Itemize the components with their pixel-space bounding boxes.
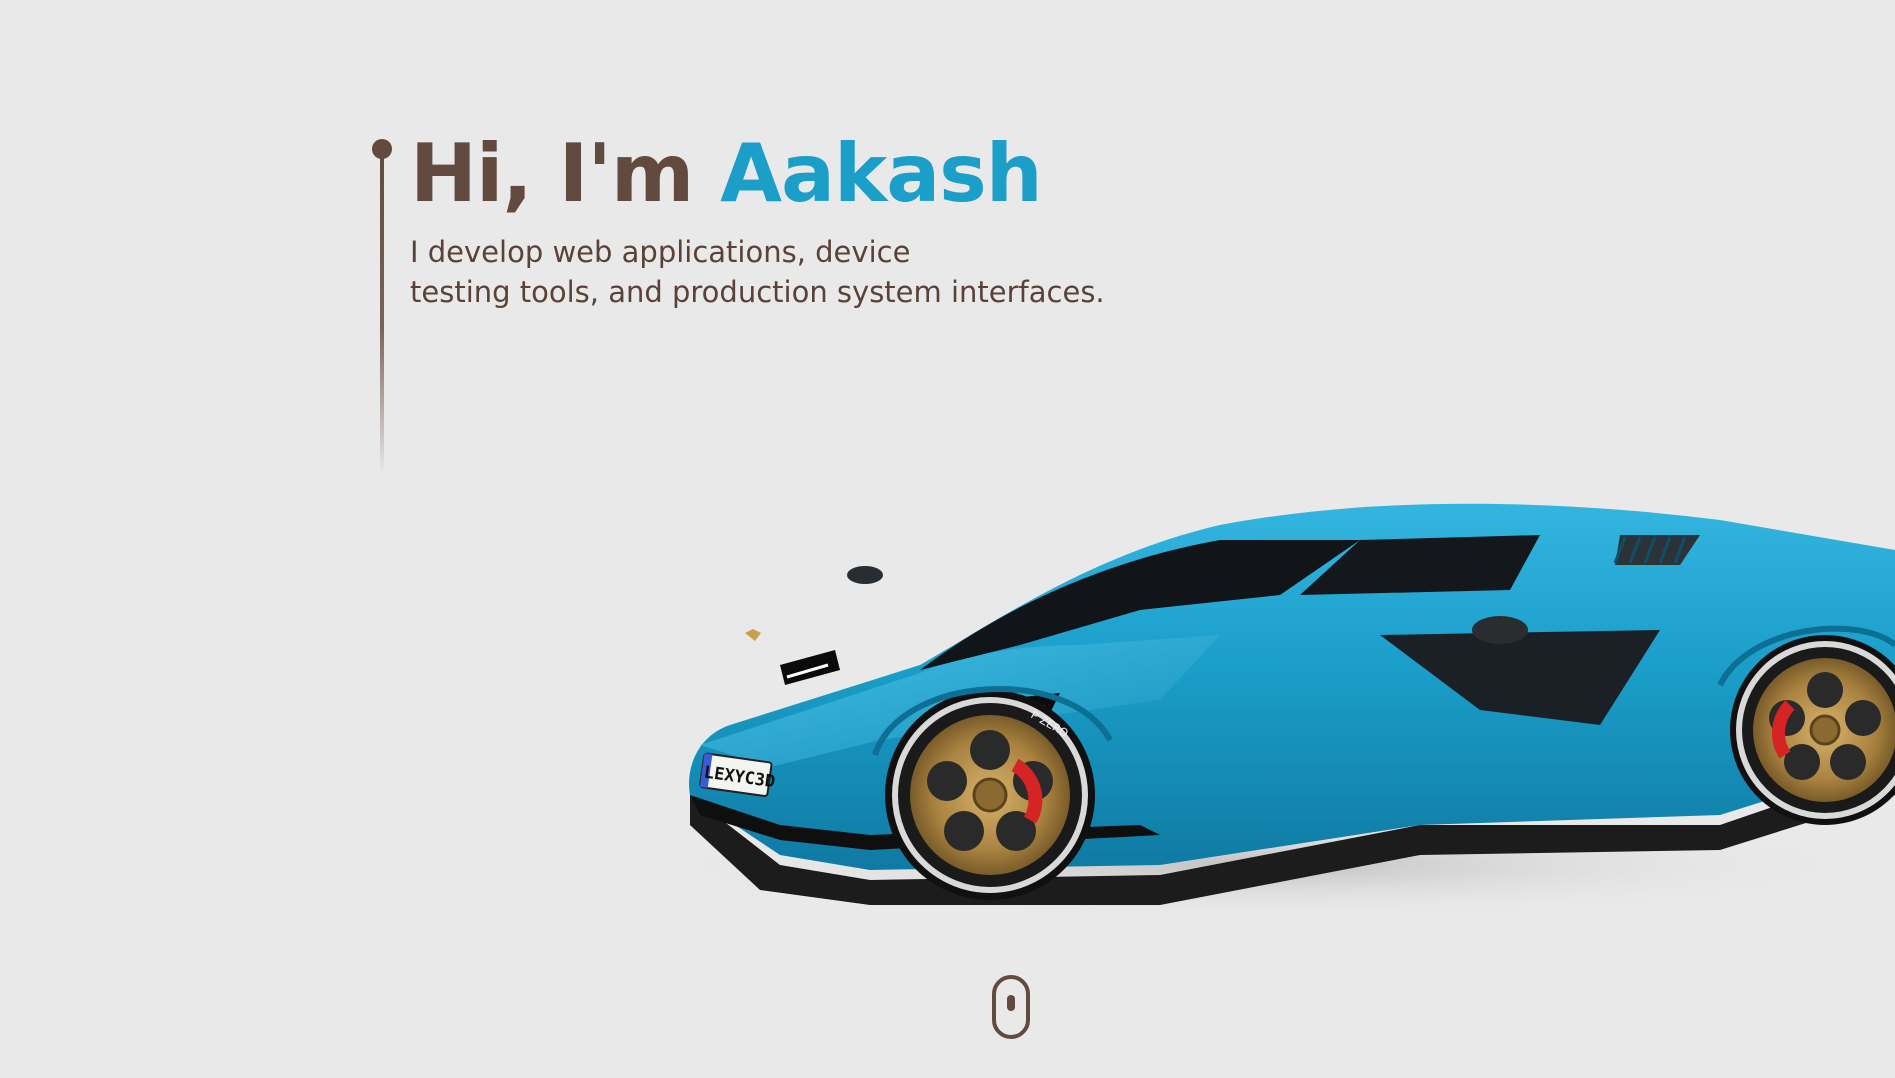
- accent-stem: [380, 149, 384, 475]
- car-3d-model[interactable]: LEXYC3D P ZERO: [640, 495, 1895, 925]
- car-illustration: LEXYC3D P ZERO: [640, 503, 1895, 920]
- greeting-text: Hi, I'm: [410, 127, 694, 220]
- hero-headline: Hi, I'm Aakash: [410, 126, 1043, 222]
- subtitle-line-2: testing tools, and production system int…: [410, 275, 1105, 309]
- car-headlight-left: [780, 650, 840, 685]
- car-badge-icon: [745, 629, 761, 641]
- car-side-mirror: [1472, 616, 1528, 644]
- accent-line: [372, 139, 392, 475]
- mouse-scroll-icon[interactable]: [992, 975, 1030, 1039]
- hero-subtitle: I develop web applications, device testi…: [410, 232, 1170, 312]
- car-wiper-mirror: [847, 566, 883, 584]
- name-text: Aakash: [720, 127, 1043, 220]
- hero-section: Hi, I'm Aakash I develop web application…: [0, 0, 1895, 1078]
- front-wheel: P ZERO: [885, 690, 1095, 900]
- subtitle-line-1: I develop web applications, device: [410, 235, 911, 269]
- scroll-wheel-dot: [1007, 995, 1015, 1011]
